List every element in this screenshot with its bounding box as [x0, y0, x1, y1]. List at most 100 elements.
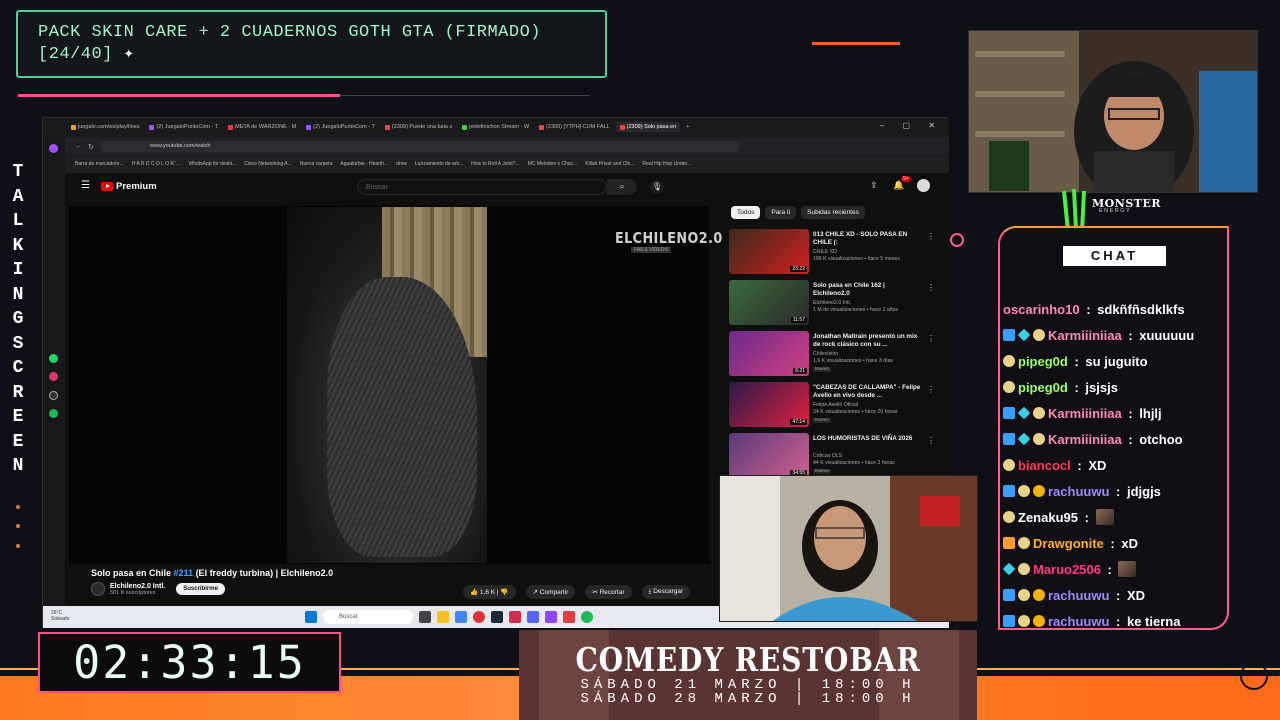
more-options-icon[interactable]: ⋮: [927, 436, 935, 445]
chat-username[interactable]: Drawgonite: [1033, 536, 1104, 551]
share-button[interactable]: ↗ Compartir: [525, 585, 576, 599]
menu-icon[interactable]: ☰: [81, 180, 90, 191]
upload-icon[interactable]: ⇪: [870, 180, 878, 191]
bookmark[interactable]: MC Melodee x Chuc...: [528, 161, 577, 167]
more-options-icon[interactable]: ⋮: [927, 334, 935, 343]
discord-icon[interactable]: [527, 611, 539, 623]
bookmark[interactable]: Cisco Networking A...: [244, 161, 292, 167]
recommendation-title[interactable]: LOS HUMORISTAS DE VIÑA 2026: [813, 435, 921, 443]
reload-icon[interactable]: ↻: [88, 143, 94, 151]
tiktok-icon[interactable]: [49, 391, 58, 400]
like-button[interactable]: 👍 1,6 K | 👎: [463, 585, 516, 599]
window-controls[interactable]: – ▢ ✕: [880, 121, 943, 130]
bookmark[interactable]: Nueva carpeta: [300, 161, 333, 167]
recommendation-item[interactable]: 23:22 013 CHILE XD - SOLO PASA EN CHILE (…: [729, 229, 939, 278]
chat-username[interactable]: rachuuwu: [1048, 484, 1109, 499]
chip-recent[interactable]: Subidas recientes: [801, 206, 865, 219]
bookmark[interactable]: Barra de marcadore...: [75, 161, 124, 167]
recommendation-thumbnail[interactable]: 34:55: [729, 433, 809, 478]
browser-tab[interactable]: juegalo.com/es/play/lines: [67, 122, 143, 132]
channel-name[interactable]: Elchileno2.0 Intl.: [110, 583, 165, 590]
spotify-icon[interactable]: [49, 409, 58, 418]
recommendation-item[interactable]: 6:21 Jonathan Maltrain presentó un mix de…: [729, 331, 939, 380]
new-tab-button[interactable]: +: [682, 122, 693, 132]
recommendation-item[interactable]: 47:14 "CABEZAS DE CALLAMPA" - Felipe Avel…: [729, 382, 939, 431]
chat-username[interactable]: rachuuwu: [1048, 614, 1109, 629]
chat-username[interactable]: Karmiiiniiaa: [1048, 432, 1122, 447]
recommendation-channel[interactable]: Felipe Avello Oficial: [813, 402, 858, 408]
opera-icon[interactable]: [473, 611, 485, 623]
channel-avatar[interactable]: [91, 582, 105, 596]
twitch-icon[interactable]: [545, 611, 557, 623]
search-icon[interactable]: ⌕: [607, 179, 637, 195]
recommendation-title[interactable]: Solo pasa en Chile 162 | Elchileno2.0: [813, 282, 921, 298]
folder-icon[interactable]: [437, 611, 449, 623]
browser-tab[interactable]: META de WARZONE - M: [224, 122, 300, 132]
recommendation-channel[interactable]: Elchileno2.0 Intl.: [813, 300, 851, 306]
weather-widget[interactable]: 26°C Soleado: [51, 610, 69, 622]
spotify-icon[interactable]: [581, 611, 593, 623]
browser-tab[interactable]: jeidefinichon Stream - W: [458, 122, 533, 132]
youtube-logo[interactable]: Premium: [101, 181, 157, 192]
chip-all[interactable]: Todos: [731, 206, 761, 219]
avatar[interactable]: [917, 179, 930, 192]
app-icon[interactable]: [509, 611, 521, 623]
recommendation-channel[interactable]: Chilevisión: [813, 351, 838, 357]
chip-for-you[interactable]: Para ti: [765, 206, 797, 219]
more-options-icon[interactable]: ⋮: [927, 232, 935, 241]
recommendation-channel[interactable]: Criticas OLS: [813, 453, 842, 459]
whatsapp-icon[interactable]: [49, 354, 58, 363]
clip-button[interactable]: ✂ Recortar: [585, 585, 632, 599]
recommendation-title[interactable]: Jonathan Maltrain presentó un mix de roc…: [813, 333, 921, 349]
browser-tab[interactable]: (2) JuegaloPuntoCom - T: [145, 122, 222, 132]
bookmark[interactable]: Aguaturbia - Hearth...: [340, 161, 388, 167]
recommendation-title[interactable]: 013 CHILE XD - SOLO PASA EN CHILE (:: [813, 231, 921, 247]
chat-username[interactable]: rachuuwu: [1048, 588, 1109, 603]
recommendation-thumbnail[interactable]: 6:21: [729, 331, 809, 376]
microphone-icon[interactable]: 🎙: [650, 180, 664, 194]
browser-tab[interactable]: (2) JuegaloPuntoCom - T: [302, 122, 379, 132]
chat-username[interactable]: Zenaku95: [1018, 510, 1078, 525]
youtube-search-input[interactable]: Buscar: [357, 179, 607, 195]
instagram-icon[interactable]: [49, 372, 58, 381]
taskbar-search[interactable]: Buscar: [323, 610, 413, 624]
browser-tab[interactable]: (2309) Puede una bala s: [381, 122, 456, 132]
recommendation-thumbnail[interactable]: 23:22: [729, 229, 809, 274]
chrome-icon[interactable]: [455, 611, 467, 623]
chat-badge-icon: [1003, 407, 1015, 419]
browser-tab[interactable]: (2309) [YTPH] CUM FALL: [535, 122, 614, 132]
browser-tab-active[interactable]: (2309) Solo pasa en: [615, 122, 681, 132]
chat-username[interactable]: Karmiiiniiaa: [1048, 328, 1122, 343]
address-input[interactable]: www.youtube.com/watch: [99, 141, 740, 152]
taskview-icon[interactable]: [419, 611, 431, 623]
bookmark[interactable]: drew: [396, 161, 407, 167]
windows-start-icon[interactable]: [305, 611, 317, 623]
chat-username[interactable]: pipeg0d: [1018, 380, 1068, 395]
recommendation-title[interactable]: "CABEZAS DE CALLAMPA" - Felipe Avello en…: [813, 384, 921, 400]
bookmark[interactable]: Killah Priest and Chi...: [585, 161, 634, 167]
steam-icon[interactable]: [491, 611, 503, 623]
bookmark[interactable]: WhatsApp for deskt...: [188, 161, 236, 167]
recommendation-item[interactable]: 11:57 Solo pasa en Chile 162 | Elchileno2…: [729, 280, 939, 329]
chat-username[interactable]: oscarinho10: [1003, 302, 1080, 317]
chat-username[interactable]: biancocl: [1018, 458, 1071, 473]
back-icon[interactable]: ←: [75, 143, 82, 150]
recommendation-thumbnail[interactable]: 11:57: [729, 280, 809, 325]
bookmark[interactable]: Real Hip Hop Under...: [642, 161, 691, 167]
bookmark[interactable]: H A R D C O L O R '...: [132, 161, 181, 167]
recommendation-channel[interactable]: CHILE XD: [813, 249, 837, 255]
bookmark[interactable]: How to Roll A Joint?...: [471, 161, 520, 167]
chat-username[interactable]: Karmiiiniiaa: [1048, 406, 1122, 421]
app-icon[interactable]: [563, 611, 575, 623]
video-player[interactable]: ELCHILENO2.0 FAILS VIDEOS: [69, 206, 722, 564]
more-options-icon[interactable]: ⋮: [927, 385, 935, 394]
subscribe-button[interactable]: Suscribirme: [176, 583, 225, 595]
hashtag-link[interactable]: #211: [174, 568, 194, 578]
chat-username[interactable]: pipeg0d: [1018, 354, 1068, 369]
bookmark[interactable]: Lanzamiento de arti...: [415, 161, 463, 167]
browser-home-icon[interactable]: [49, 144, 58, 153]
more-options-icon[interactable]: ⋮: [927, 283, 935, 292]
download-button[interactable]: ⤓ Descargar: [641, 585, 691, 599]
chat-username[interactable]: Maruo2506: [1033, 562, 1101, 577]
recommendation-thumbnail[interactable]: 47:14: [729, 382, 809, 427]
